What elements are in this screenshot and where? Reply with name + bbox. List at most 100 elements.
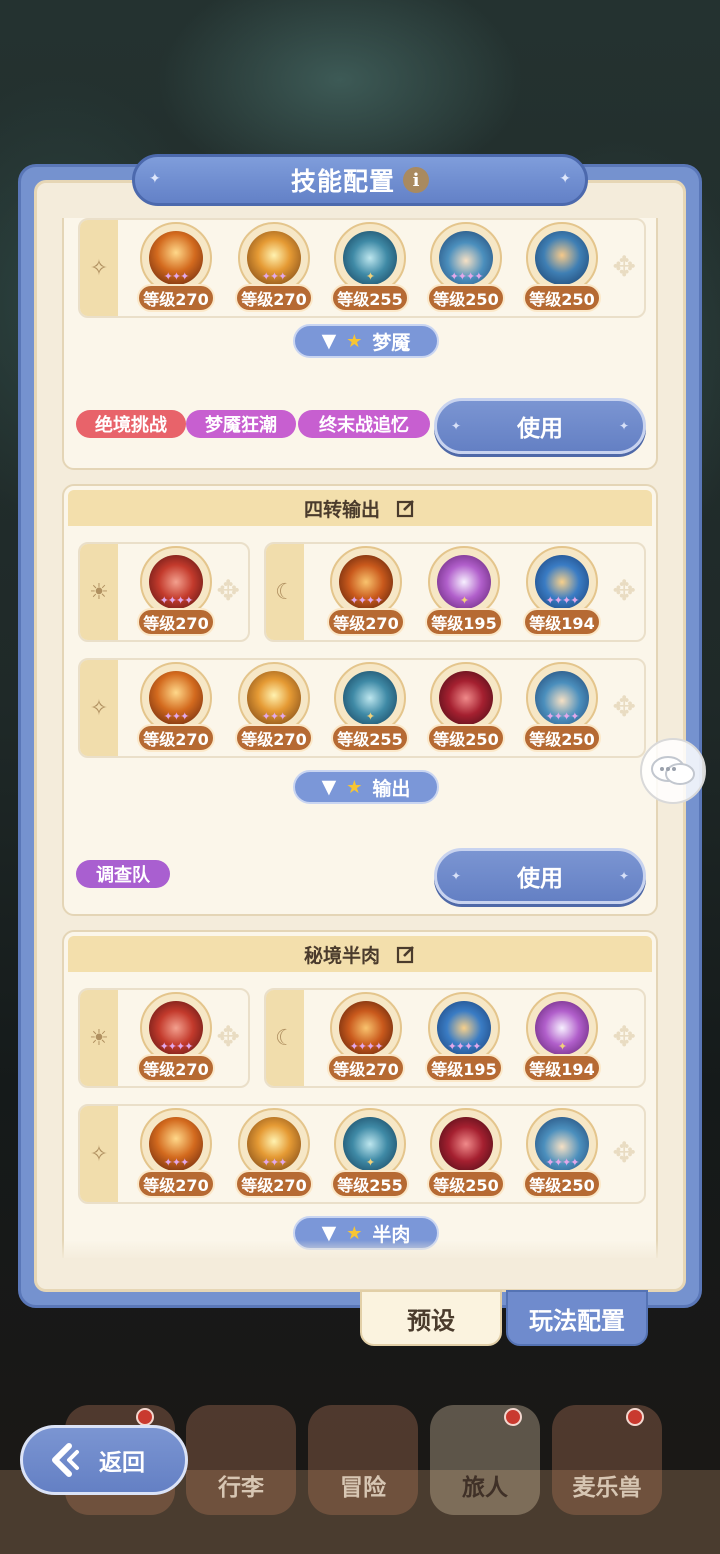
skill-slot[interactable]: ✦✦✦✦ 等级250 [426, 220, 506, 316]
skill-level: 等级250 [427, 284, 505, 312]
ornament-icon: ✥ [612, 1136, 636, 1169]
nav-label-luggage: 行李 [218, 1475, 264, 1501]
skill-slot[interactable]: ✦✦✦ 等级270 [234, 660, 314, 756]
star-icon: ★ [346, 330, 363, 352]
info-icon[interactable]: i [403, 167, 429, 193]
skill-slot[interactable]: ✦✦✦✦ 等级270 [326, 544, 406, 640]
skill-slot[interactable]: ✦ 等级194 [522, 990, 602, 1086]
ornament-icon: ✥ [612, 574, 636, 607]
skill-level: 等级270 [327, 1054, 405, 1082]
chat-icon [651, 756, 695, 785]
skill-level: 等级195 [425, 1054, 503, 1082]
ornament-icon: ✥ [612, 690, 636, 723]
skill-level: 等级255 [331, 1170, 409, 1198]
notification-dot [504, 1408, 522, 1426]
skill-level: 等级270 [235, 284, 313, 312]
triangle-down-icon: ▼ [321, 330, 337, 352]
preset-title: 四转输出 [303, 498, 380, 521]
sun-icon: ☀ [80, 544, 118, 640]
skill-slot[interactable]: ✦✦✦✦ 等级270 [136, 990, 216, 1086]
skill-level: 等级270 [137, 284, 215, 312]
skill-level: 等级250 [427, 1170, 505, 1198]
back-label: 返回 [99, 1450, 145, 1476]
skill-slot[interactable]: ✦ 等级255 [330, 220, 410, 316]
moon-skill-panel: ☾ ✥ ✦✦✦✦ 等级270 ✦✦✦✦ 等级195 ✦ 等级194 [264, 988, 646, 1088]
skill-slot[interactable]: ✦✦✦✦ 等级250 [522, 1106, 602, 1202]
ornament-icon: ✥ [216, 1020, 240, 1053]
card-header: 秘境半肉 [68, 936, 652, 972]
skill-slot[interactable]: ✦✦✦ 等级270 [136, 1106, 216, 1202]
nav-label-traveler: 旅人 [462, 1475, 508, 1501]
use-button[interactable]: ✦ 使用 ✦ [434, 848, 646, 904]
notification-dot [626, 1408, 644, 1426]
ornament-icon: ✥ [612, 1020, 636, 1053]
edit-icon[interactable] [396, 498, 416, 518]
back-button[interactable]: 返回 [20, 1425, 188, 1495]
preset-card: 秘境半肉 ☀ ✥ ✦✦✦✦ 等级270 ☾ ✥ ✦✦✦✦ 等级270 ✦✦✦✦ [62, 930, 658, 1258]
moon-icon: ☾ [266, 544, 304, 640]
skill-slot[interactable]: ✦✦✦✦ 等级250 [522, 660, 602, 756]
skill-level: 等级250 [523, 724, 601, 752]
notification-dot [136, 1408, 154, 1426]
skill-slot[interactable]: ✦✦✦✦ 等级270 [326, 990, 406, 1086]
star-skill-panel: ✧ ✥ ✦✦✦ 等级270 ✦✦✦ 等级270 ✦ 等级255 ✦✦✦✦ 等级2… [78, 218, 646, 318]
skill-slot[interactable]: ✦✦✦ 等级270 [234, 220, 314, 316]
sun-icon: ☀ [80, 990, 118, 1086]
star-skill-panel: ✧ ✥ ✦✦✦ 等级270 ✦✦✦ 等级270 ✦ 等级255 等级250 ✦✦… [78, 1104, 646, 1204]
ornament-icon: ✥ [216, 574, 240, 607]
tab-gameplay-config[interactable]: 玩法配置 [506, 1290, 648, 1346]
skill-level: 等级250 [427, 724, 505, 752]
card-header: 四转输出 [68, 490, 652, 526]
skill-slot[interactable]: ✦✦✦✦ 等级195 [424, 990, 504, 1086]
skill-slot[interactable]: 等级250 [426, 1106, 506, 1202]
moon-icon: ☾ [266, 990, 304, 1086]
mode-tag: 梦魇狂潮 [186, 410, 296, 438]
sparkle-icon: ✧ [80, 1106, 118, 1202]
skill-slot[interactable]: ✦ 等级255 [330, 1106, 410, 1202]
scroll-fade [48, 1240, 672, 1260]
back-arrow-icon [52, 1443, 79, 1477]
sparkle-icon: ✦ [149, 171, 161, 187]
skill-level: 等级250 [523, 284, 601, 312]
sparkle-icon: ✦ [559, 171, 571, 187]
skill-level: 等级270 [137, 1054, 215, 1082]
sun-skill-panel: ☀ ✥ ✦✦✦✦ 等级270 [78, 542, 250, 642]
sun-skill-panel: ☀ ✥ ✦✦✦✦ 等级270 [78, 988, 250, 1088]
mode-tag: 绝境挑战 [76, 410, 186, 438]
skill-slot[interactable]: ✦ 等级195 [424, 544, 504, 640]
skill-slot[interactable]: ✦✦✦✦ 等级194 [522, 544, 602, 640]
skill-level: 等级255 [331, 724, 409, 752]
use-button[interactable]: ✦ 使用 ✦ [434, 398, 646, 454]
skill-level: 等级270 [327, 608, 405, 636]
skill-level: 等级255 [331, 284, 409, 312]
skill-slot[interactable]: ✦ 等级255 [330, 660, 410, 756]
preset-card: ✧ ✥ ✦✦✦ 等级270 ✦✦✦ 等级270 ✦ 等级255 ✦✦✦✦ 等级2… [62, 218, 658, 470]
skill-level: 等级270 [137, 724, 215, 752]
skill-slot[interactable]: 等级250 [426, 660, 506, 756]
title-banner: ✦ 技能配置 i ✦ [132, 154, 588, 206]
tab-preset[interactable]: 预设 [360, 1290, 502, 1346]
skill-slot[interactable]: ✦✦✦ 等级270 [136, 220, 216, 316]
edit-icon[interactable] [396, 944, 416, 964]
skill-level: 等级270 [235, 1170, 313, 1198]
team-tag-dropdown[interactable]: ▼ ★ 梦魇 [293, 324, 439, 358]
skill-slot[interactable]: ✦✦✦ 等级270 [136, 660, 216, 756]
preset-card: 四转输出 ☀ ✥ ✦✦✦✦ 等级270 ☾ ✥ ✦✦✦✦ 等级270 ✦ 等级1… [62, 484, 658, 916]
mode-tag: 终末战追忆 [298, 410, 430, 438]
preset-list[interactable]: ✧ ✥ ✦✦✦ 等级270 ✦✦✦ 等级270 ✦ 等级255 ✦✦✦✦ 等级2… [48, 218, 672, 1258]
skill-level: 等级194 [523, 1054, 601, 1082]
skill-level: 等级195 [425, 608, 503, 636]
skill-slot[interactable]: ✦✦✦✦ 等级270 [136, 544, 216, 640]
nav-label-mailler-beast: 麦乐兽 [572, 1475, 642, 1501]
skill-slot[interactable]: ✦✦✦ 等级270 [234, 1106, 314, 1202]
skill-slot[interactable]: 等级250 [522, 220, 602, 316]
chat-button[interactable] [640, 738, 706, 804]
star-icon: ★ [346, 776, 363, 798]
skill-level: 等级270 [137, 608, 215, 636]
skill-level: 等级270 [137, 1170, 215, 1198]
ornament-icon: ✥ [612, 250, 636, 283]
triangle-down-icon: ▼ [321, 776, 337, 798]
sparkle-icon: ✧ [80, 220, 118, 316]
team-tag-dropdown[interactable]: ▼ ★ 输出 [293, 770, 439, 804]
star-skill-panel: ✧ ✥ ✦✦✦ 等级270 ✦✦✦ 等级270 ✦ 等级255 等级250 ✦✦… [78, 658, 646, 758]
